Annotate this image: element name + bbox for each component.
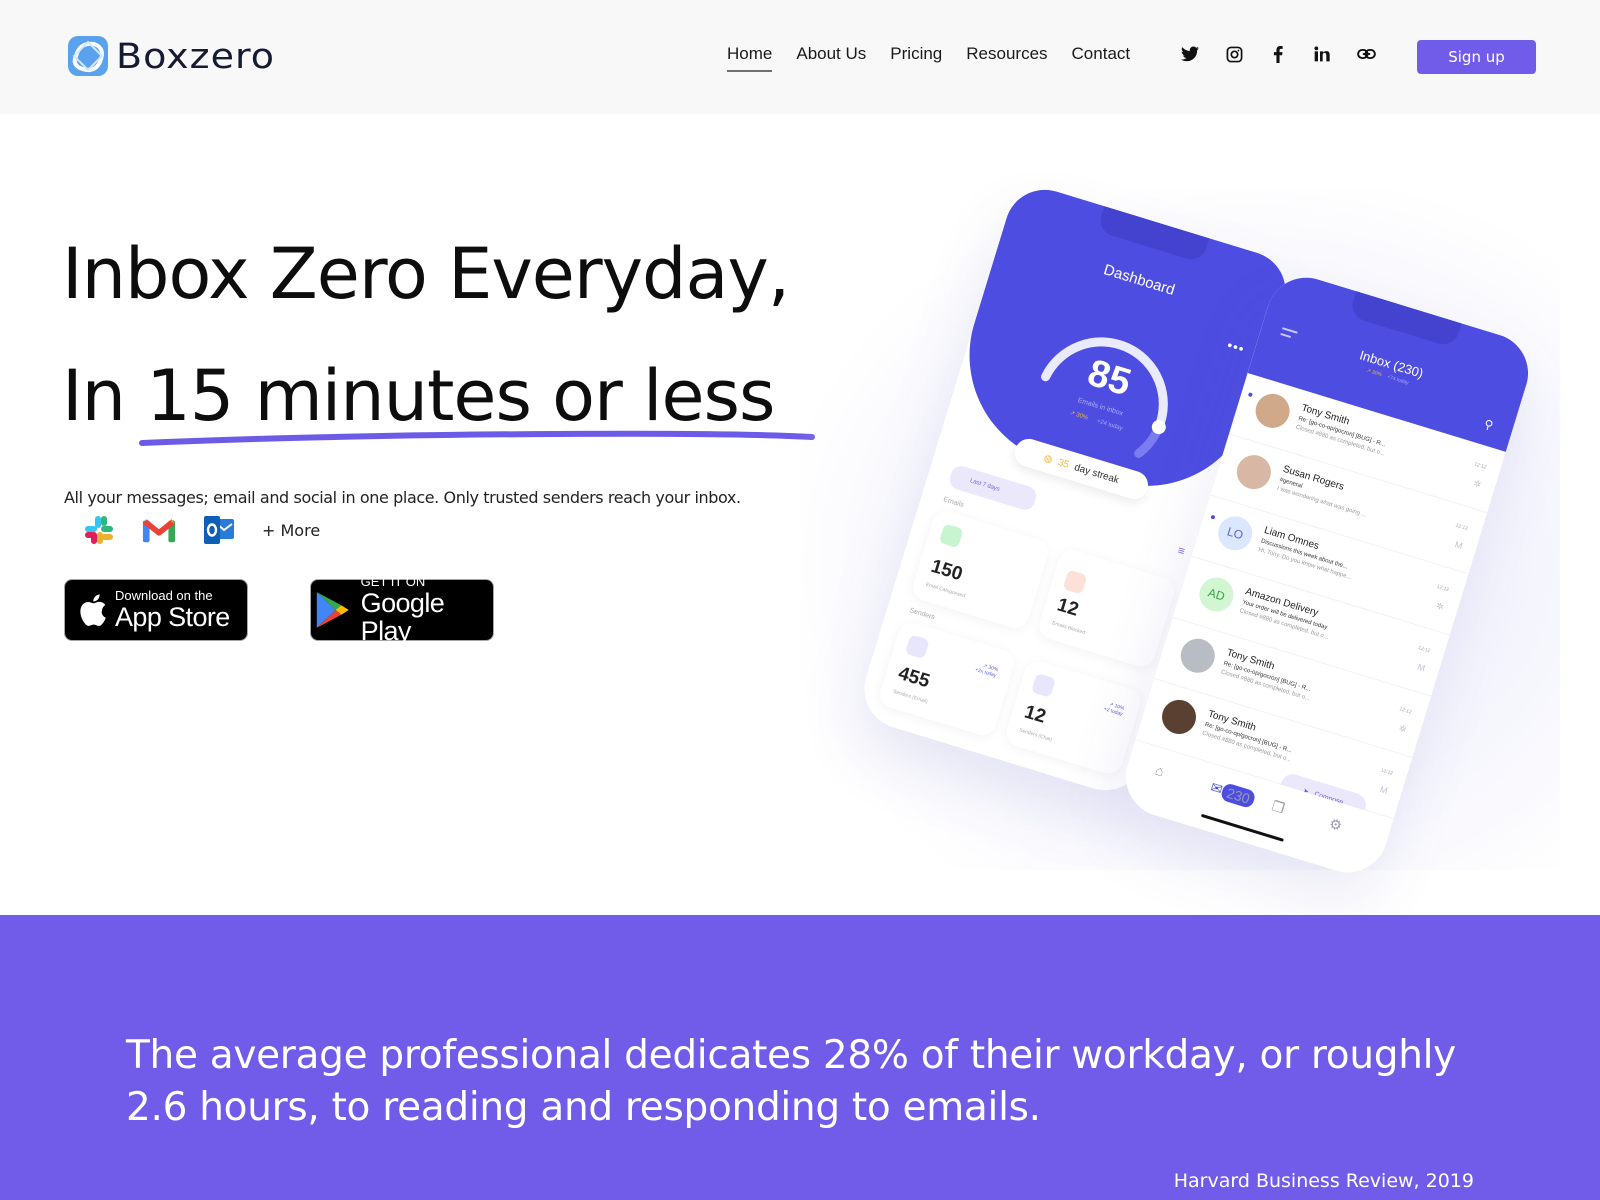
avatar [1176, 634, 1219, 677]
home-icon: ⌂ [1153, 761, 1167, 780]
google-play-label: Google Play [360, 588, 445, 646]
sender-icon [904, 634, 930, 660]
avatar [1232, 450, 1276, 494]
brand-name: Boxzero [116, 35, 275, 77]
avatar [1251, 389, 1294, 433]
main-nav: Home About Us Pricing Resources Contact [727, 44, 1130, 72]
mail-time: 12:12 [1436, 583, 1450, 594]
mail-time: 12:12 [1398, 706, 1413, 716]
streak-label: day streak [1072, 461, 1121, 486]
link-icon[interactable] [1356, 44, 1376, 64]
nav-about-us[interactable]: About Us [796, 44, 866, 72]
mail-time: 12:12 [1417, 644, 1432, 655]
stat-trend: ↗ 10% +2 today [1103, 701, 1126, 718]
nav-resources[interactable]: Resources [966, 44, 1047, 72]
app-store-label: App Store [115, 602, 230, 632]
mail-time: 12:12 [1379, 767, 1394, 777]
unread-dot [1210, 514, 1216, 520]
chat-icon: ❐ [1270, 797, 1287, 817]
app-store-button[interactable]: Download on the App Store [64, 579, 248, 641]
stat-card-senders-email: ↗ 30% +2x today 455 Senders (Email) [876, 619, 1018, 739]
stat-value: 12 [1021, 701, 1049, 728]
slack-icon [82, 513, 116, 547]
slack-icon: ✲ [1434, 600, 1446, 613]
social-links [1180, 44, 1376, 64]
categorise-icon [938, 523, 964, 549]
app-store-caption: Download on the [115, 588, 213, 603]
slack-icon: ✲ [1397, 722, 1408, 735]
app-mockup: Dashboard ••• 85 Emails in inbox ↗ 30% +… [800, 150, 1560, 883]
google-play-caption: GET IT ON [360, 574, 426, 589]
stat-citation: Harvard Business Review, 2019 [1173, 1170, 1474, 1192]
stat-label: Emails Blocked [1051, 620, 1086, 636]
brand-logo[interactable]: Boxzero [66, 34, 275, 78]
gmail-icon: M [1453, 539, 1464, 552]
hero-title-line-1: Inbox Zero Everyday, [62, 233, 790, 315]
gmail-icon: M [1378, 784, 1389, 796]
stat-label: Senders (Chat) [1018, 727, 1053, 744]
stat-label: Email Categorised [924, 581, 966, 600]
flame-icon: ◍ [1042, 452, 1055, 466]
mail-sender: Susan Rogers [1281, 463, 1346, 493]
more-integrations-link[interactable]: + More [262, 521, 320, 540]
site-header: Boxzero Home About Us Pricing Resources … [0, 0, 1600, 114]
linkedin-icon[interactable] [1312, 44, 1332, 64]
nav-pricing[interactable]: Pricing [890, 44, 942, 72]
search-icon: ⚲ [1482, 416, 1495, 433]
mail-preview: I was wondering what was going ... [1276, 485, 1367, 519]
filter-icon: ≡ [1175, 543, 1187, 559]
unread-dot [1247, 392, 1253, 398]
settings-icon: ⚙ [1327, 814, 1345, 834]
emails-section-label: Emails [942, 496, 965, 509]
facebook-icon[interactable] [1268, 44, 1288, 64]
box-logo-icon [68, 36, 108, 76]
gmail-icon [142, 513, 176, 547]
inbox-count-badge: 230 [1219, 782, 1257, 810]
mail-time: 12:12 [1454, 522, 1469, 532]
sender-icon [1031, 672, 1057, 698]
avatar: LO [1213, 512, 1257, 555]
stat-value: 150 [928, 555, 965, 586]
twitter-icon[interactable] [1180, 44, 1200, 64]
stat-value: 455 [895, 662, 933, 693]
nav-home[interactable]: Home [727, 44, 773, 72]
sign-up-button[interactable]: Sign up [1417, 40, 1536, 74]
integration-list: + More [82, 513, 320, 547]
google-play-button[interactable]: GET IT ON Google Play [310, 575, 494, 645]
stat-value: 12 [1054, 594, 1082, 621]
headline-underline [139, 430, 815, 446]
hero-subtitle: All your messages; email and social in o… [64, 488, 741, 507]
stat-quote: The average professional dedicates 28% o… [126, 1033, 1456, 1130]
streak-count: 35 [1056, 456, 1071, 471]
apple-icon [80, 594, 106, 626]
mail-time: 12:12 [1473, 461, 1488, 471]
avatar: AD [1195, 573, 1238, 616]
stat-card-senders-chat: ↗ 10% +2 today 12 Senders (Chat) [1003, 657, 1144, 778]
outlook-icon [202, 513, 236, 547]
shield-icon [1062, 569, 1088, 595]
stat-card-blocked: 12 Emails Blocked [1035, 546, 1178, 670]
slack-icon: ✲ [1472, 478, 1483, 490]
more-options-icon: ••• [1225, 336, 1247, 358]
instagram-icon[interactable] [1224, 44, 1244, 64]
stat-trend: ↗ 30% +2x today [974, 662, 999, 679]
google-play-icon [316, 592, 349, 628]
avatar [1157, 695, 1201, 739]
nav-contact[interactable]: Contact [1072, 44, 1131, 72]
senders-section-label: Senders [908, 607, 936, 622]
hero-title-line-2: In 15 minutes or less [62, 355, 775, 437]
gmail-icon: M [1416, 661, 1427, 674]
